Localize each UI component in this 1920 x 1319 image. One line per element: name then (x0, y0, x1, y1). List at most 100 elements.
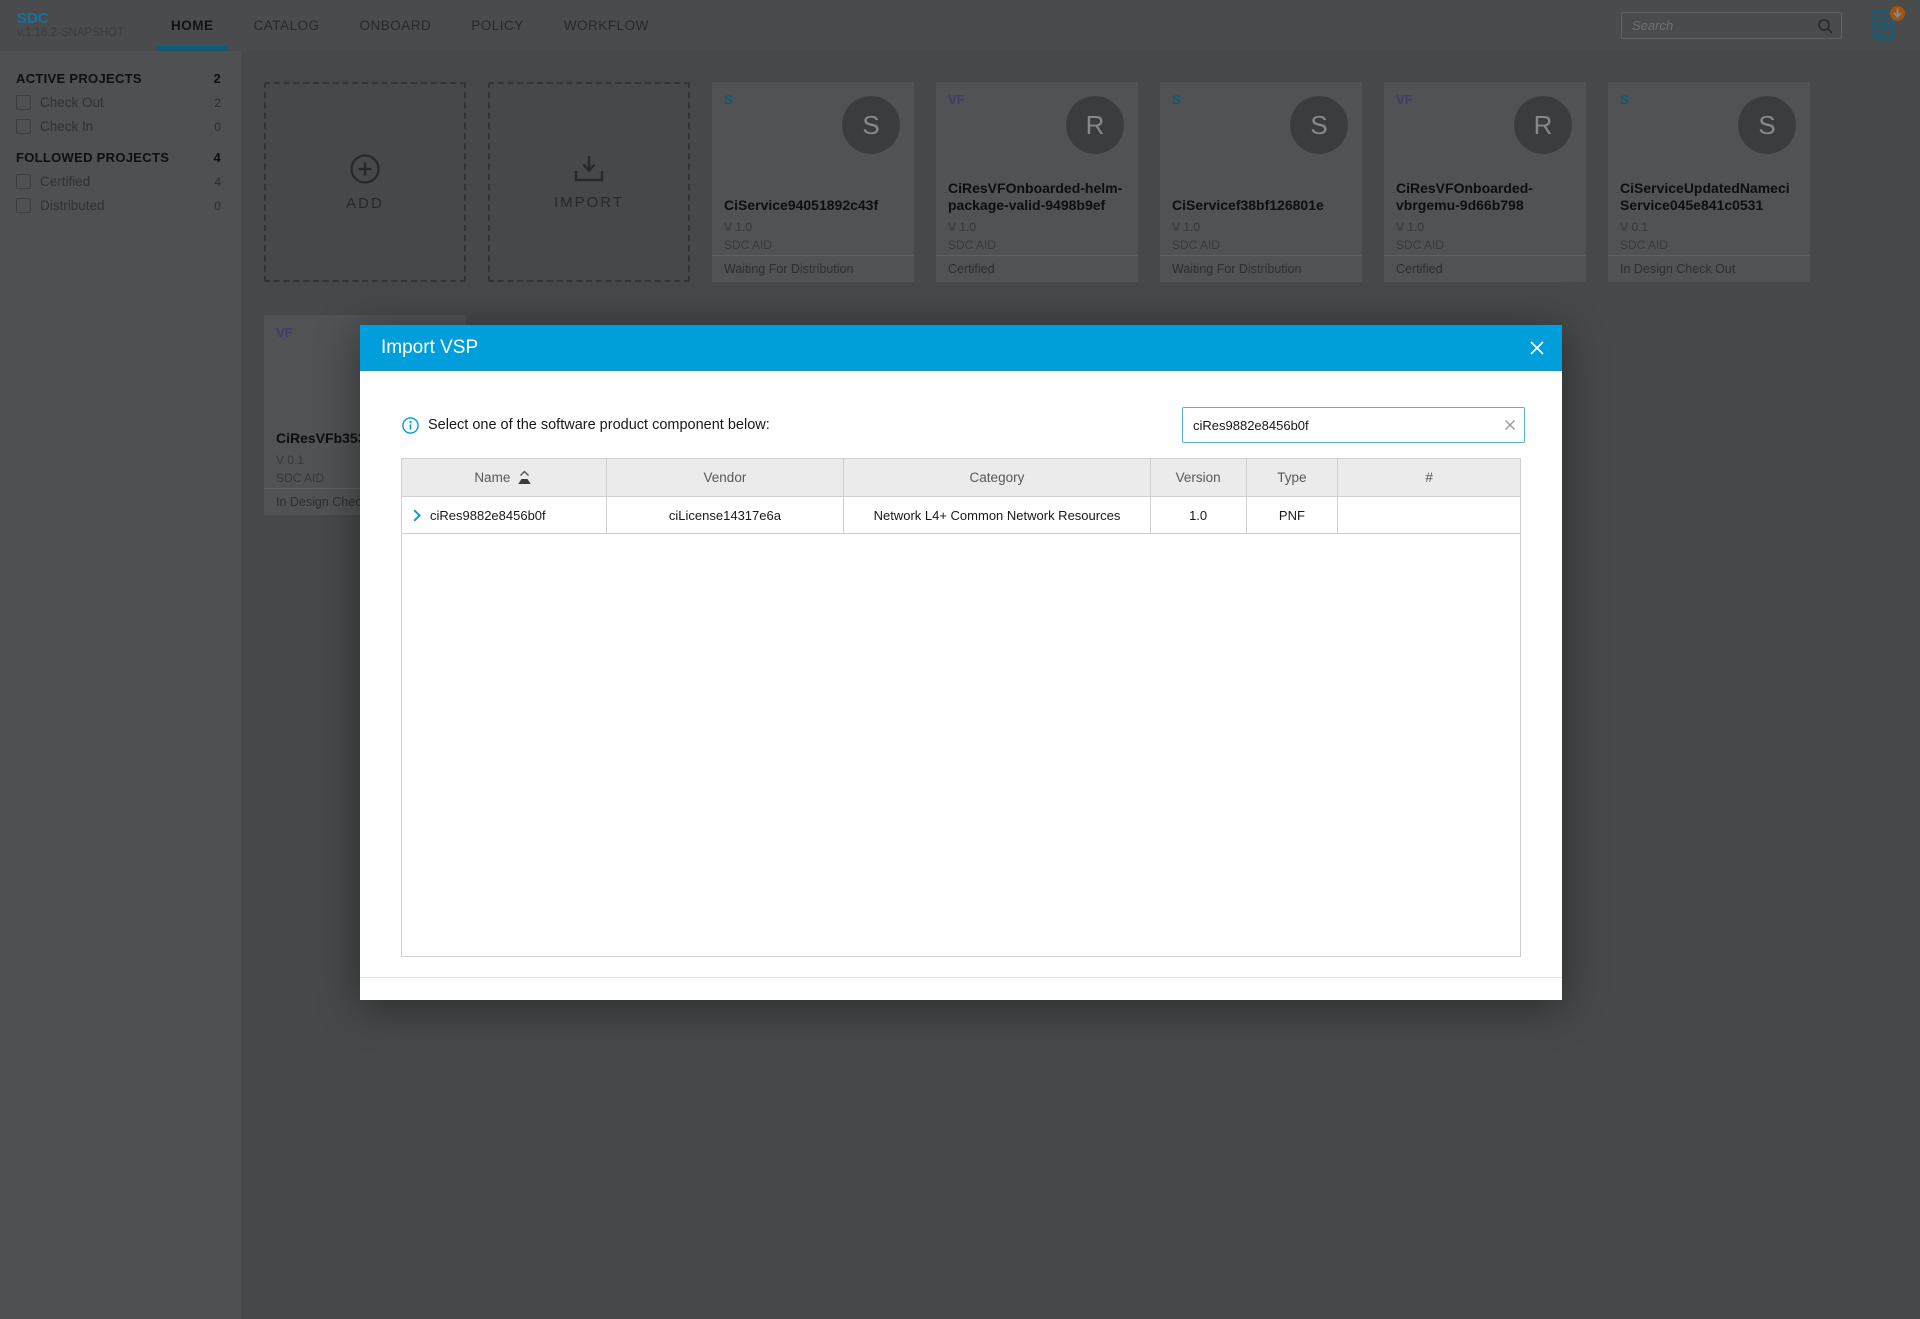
vsp-name-cell: ciRes9882e8456b0f (402, 497, 607, 533)
section-title: ACTIVE PROJECTS (16, 71, 142, 86)
sort-ascending-icon (516, 470, 533, 485)
sdc-app: SDC v.1.16.2-SNAPSHOT HOME CATALOG ONBOA… (0, 0, 1920, 1319)
card-type-badge: S (724, 92, 733, 107)
top-header: SDC v.1.16.2-SNAPSHOT HOME CATALOG ONBOA… (0, 0, 1920, 51)
table-empty-area (402, 533, 1520, 956)
check-out-checkbox[interactable] (16, 95, 31, 110)
filter-distributed[interactable]: Distributed 0 (16, 198, 225, 213)
vsp-table-header: Name Vendor Category Version Type # (402, 459, 1520, 496)
column-header-name[interactable]: Name (402, 459, 607, 496)
main-nav: HOME CATALOG ONBOARD POLICY WORKFLOW (157, 0, 675, 51)
section-count: 2 (213, 71, 221, 86)
import-tray-icon (574, 155, 604, 181)
card-owner: SDC AID (1396, 238, 1445, 252)
filter-count: 0 (214, 198, 221, 213)
header-right (1621, 5, 1920, 42)
import-tile-button[interactable]: IMPORT (488, 82, 690, 282)
section-active-projects: ACTIVE PROJECTS 2 (16, 71, 225, 86)
card-title: CiServicef38bf126801e (1172, 197, 1324, 213)
sdc-logo[interactable]: SDC v.1.16.2-SNAPSHOT (17, 11, 147, 40)
add-tile-button[interactable]: ADD (264, 82, 466, 282)
modal-instruction: Select one of the software product compo… (428, 417, 770, 433)
vsp-table: Name Vendor Category Version Type # ciRe… (401, 458, 1521, 957)
catalog-card[interactable]: S S CiService94051892c43f V 1.0 SDC AID … (712, 82, 914, 282)
section-count: 4 (213, 150, 221, 165)
filter-count: 2 (214, 95, 221, 110)
card-avatar: R (1514, 96, 1572, 154)
card-owner: SDC AID (1620, 238, 1669, 252)
filter-count: 0 (214, 119, 221, 134)
column-header-version[interactable]: Version (1151, 459, 1247, 496)
catalog-card[interactable]: S S CiServiceUpdatedNameciService045e841… (1608, 82, 1810, 282)
left-sidebar: ACTIVE PROJECTS 2 Check Out 2 Check In 0… (0, 51, 241, 1319)
import-vsp-modal: Import VSP Select one of the software pr… (360, 325, 1562, 1000)
vsp-hash-cell (1338, 497, 1520, 533)
card-owner: SDC AID (1172, 238, 1221, 252)
filter-label: Check In (40, 119, 94, 134)
search-icon[interactable] (1817, 18, 1834, 40)
card-version: V 0.1 (1620, 220, 1649, 234)
nav-tab-home[interactable]: HOME (157, 0, 228, 51)
import-label: IMPORT (553, 193, 625, 211)
catalog-card[interactable]: VF R CiResVFOnboarded-helm-package-valid… (936, 82, 1138, 282)
catalog-card[interactable]: VF R CiResVFOnboarded-vbrgemu-9d66b798 V… (1384, 82, 1586, 282)
filter-label: Certified (40, 174, 91, 189)
vsp-category-cell: Network L4+ Common Network Resources (844, 497, 1151, 533)
certified-checkbox[interactable] (16, 174, 31, 189)
card-version: V 1.0 (1396, 220, 1425, 234)
nav-tab-onboard[interactable]: ONBOARD (346, 0, 446, 51)
column-header-vendor[interactable]: Vendor (607, 459, 845, 496)
card-title: CiResVFOnboarded-helm-package-valid-9498… (948, 180, 1123, 213)
vsp-version-cell: 1.0 (1151, 497, 1247, 533)
column-header-hash[interactable]: # (1338, 459, 1520, 496)
clear-filter-icon[interactable] (1504, 418, 1516, 436)
add-label: ADD (346, 194, 384, 212)
card-type-badge: VF (1396, 92, 1413, 107)
filter-label: Check Out (40, 95, 104, 110)
card-type-badge: S (1620, 92, 1629, 107)
filter-check-out[interactable]: Check Out 2 (16, 95, 225, 110)
modal-title: Import VSP (381, 337, 479, 358)
close-icon[interactable] (1530, 341, 1544, 355)
vsp-filter-box (1182, 407, 1525, 443)
vsp-filter-input[interactable] (1182, 407, 1525, 443)
column-header-type[interactable]: Type (1247, 459, 1339, 496)
card-version: V 1.0 (948, 220, 977, 234)
modal-footer (360, 977, 1562, 1000)
nav-tab-policy[interactable]: POLICY (457, 0, 538, 51)
card-status: Certified (936, 255, 1138, 282)
plus-circle-icon (350, 153, 380, 184)
check-in-checkbox[interactable] (16, 119, 31, 134)
filter-certified[interactable]: Certified 4 (16, 174, 225, 189)
column-header-category[interactable]: Category (844, 459, 1151, 496)
chevron-right-icon[interactable] (413, 508, 421, 522)
card-status: In Design Check Out (1608, 255, 1810, 282)
catalog-card[interactable]: S S CiServicef38bf126801e V 1.0 SDC AID … (1160, 82, 1362, 282)
vsp-vendor-cell: ciLicense14317e6a (607, 497, 845, 533)
card-avatar: S (1290, 96, 1348, 154)
card-title: CiServiceUpdatedNameciService045e841c053… (1620, 180, 1790, 213)
card-title: CiService94051892c43f (724, 197, 879, 213)
notifications-button[interactable] (1872, 5, 1905, 42)
vsp-table-row[interactable]: ciRes9882e8456b0f ciLicense14317e6a Netw… (402, 496, 1520, 533)
header-search-input[interactable] (1622, 13, 1841, 38)
filter-count: 4 (214, 174, 221, 189)
filter-label: Distributed (40, 198, 105, 213)
nav-tab-catalog[interactable]: CATALOG (240, 0, 334, 51)
card-owner: SDC AID (948, 238, 997, 252)
card-type-badge: VF (948, 92, 965, 107)
card-status: Waiting For Distribution (712, 255, 914, 282)
filter-check-in[interactable]: Check In 0 (16, 119, 225, 134)
column-label: Name (474, 470, 511, 485)
header-search-box (1621, 12, 1842, 39)
card-type-badge: VF (276, 325, 293, 340)
card-owner: SDC AID (724, 238, 773, 252)
card-status: Certified (1384, 255, 1586, 282)
card-title: CiResVFOnboarded-vbrgemu-9d66b798 (1396, 180, 1533, 213)
vsp-name: ciRes9882e8456b0f (430, 507, 546, 523)
modal-instruction-row: Select one of the software product compo… (402, 407, 1525, 443)
distributed-checkbox[interactable] (16, 198, 31, 213)
nav-tab-workflow[interactable]: WORKFLOW (550, 0, 663, 51)
download-badge-icon (1890, 5, 1905, 21)
card-version: V 1.0 (1172, 220, 1201, 234)
